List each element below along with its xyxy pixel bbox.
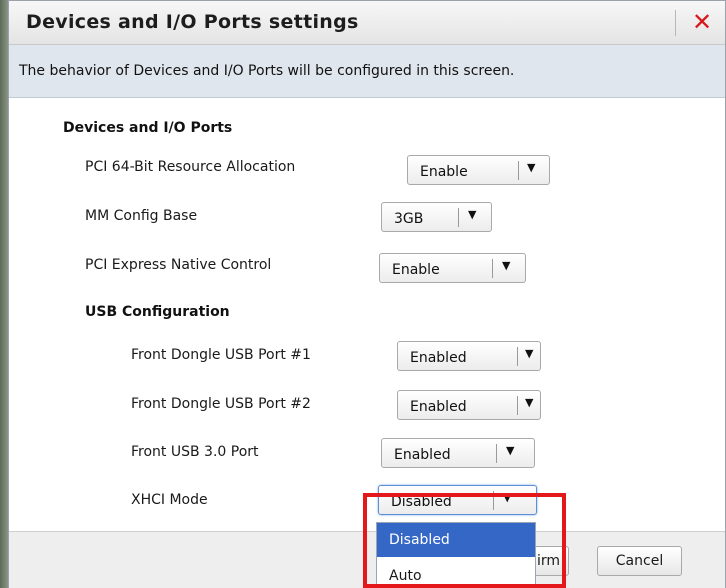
cancel-button[interactable]: Cancel — [597, 546, 682, 576]
label-front-dongle-2: Front Dongle USB Port #2 — [131, 396, 311, 412]
background-edge — [0, 0, 8, 588]
select-divider — [518, 161, 519, 180]
select-mm-config-base[interactable]: 3GB ▼ — [381, 202, 492, 232]
select-front-dongle-2[interactable]: Enabled ▼ — [397, 390, 541, 420]
label-front-usb-3: Front USB 3.0 Port — [131, 444, 259, 460]
section-title-usb: USB Configuration — [85, 304, 230, 320]
settings-dialog: Devices and I/O Ports settings ✕ The beh… — [8, 0, 726, 588]
select-value: Enable — [420, 164, 468, 180]
close-icon[interactable]: ✕ — [687, 7, 717, 37]
select-value: Enabled — [410, 399, 467, 415]
dropdown-option-disabled[interactable]: Disabled — [377, 523, 535, 557]
select-pci-64bit[interactable]: Enable ▼ — [407, 155, 550, 185]
title-bar: Devices and I/O Ports settings ✕ — [9, 1, 725, 45]
label-pci-64bit: PCI 64-Bit Resource Allocation — [85, 159, 296, 175]
label-pci-express: PCI Express Native Control — [85, 257, 272, 273]
label-mm-config-base: MM Config Base — [85, 208, 198, 224]
chevron-down-icon: ▼ — [525, 396, 534, 409]
dropdown-option-auto[interactable]: Auto — [377, 559, 535, 587]
select-front-dongle-1[interactable]: Enabled ▼ — [397, 341, 541, 371]
label-xhci-mode: XHCI Mode — [131, 492, 208, 508]
select-divider — [458, 208, 459, 227]
select-front-usb-3[interactable]: Enabled ▼ — [381, 438, 535, 468]
description-text: The behavior of Devices and I/O Ports wi… — [19, 63, 515, 79]
select-xhci-mode[interactable]: Disabled ▼ — [378, 485, 537, 515]
select-value: Enabled — [410, 350, 467, 366]
chevron-down-icon: ▼ — [506, 444, 515, 457]
chevron-down-icon: ▼ — [502, 259, 511, 272]
description-bar: The behavior of Devices and I/O Ports wi… — [9, 45, 725, 98]
dialog-title: Devices and I/O Ports settings — [26, 11, 359, 33]
select-divider — [517, 347, 518, 366]
select-divider — [496, 444, 497, 463]
chevron-down-icon: ▼ — [503, 491, 512, 504]
select-value: Enable — [392, 262, 440, 278]
dialog-footer: irm Cancel — [9, 531, 725, 588]
select-value: Enabled — [394, 447, 451, 463]
chevron-down-icon: ▼ — [468, 208, 477, 221]
section-title-devices: Devices and I/O Ports — [63, 120, 233, 136]
select-value: 3GB — [394, 211, 424, 227]
label-front-dongle-1: Front Dongle USB Port #1 — [131, 347, 311, 363]
select-divider — [517, 396, 518, 415]
chevron-down-icon: ▼ — [525, 347, 534, 360]
select-divider — [492, 259, 493, 278]
xhci-mode-dropdown-list: Disabled Auto — [376, 522, 536, 588]
chevron-down-icon: ▼ — [527, 161, 536, 174]
settings-content: Devices and I/O Ports PCI 64-Bit Resourc… — [9, 99, 725, 531]
select-value: Disabled — [391, 494, 452, 510]
select-pci-express[interactable]: Enable ▼ — [379, 253, 526, 283]
title-separator — [675, 10, 676, 36]
select-divider — [493, 491, 494, 510]
